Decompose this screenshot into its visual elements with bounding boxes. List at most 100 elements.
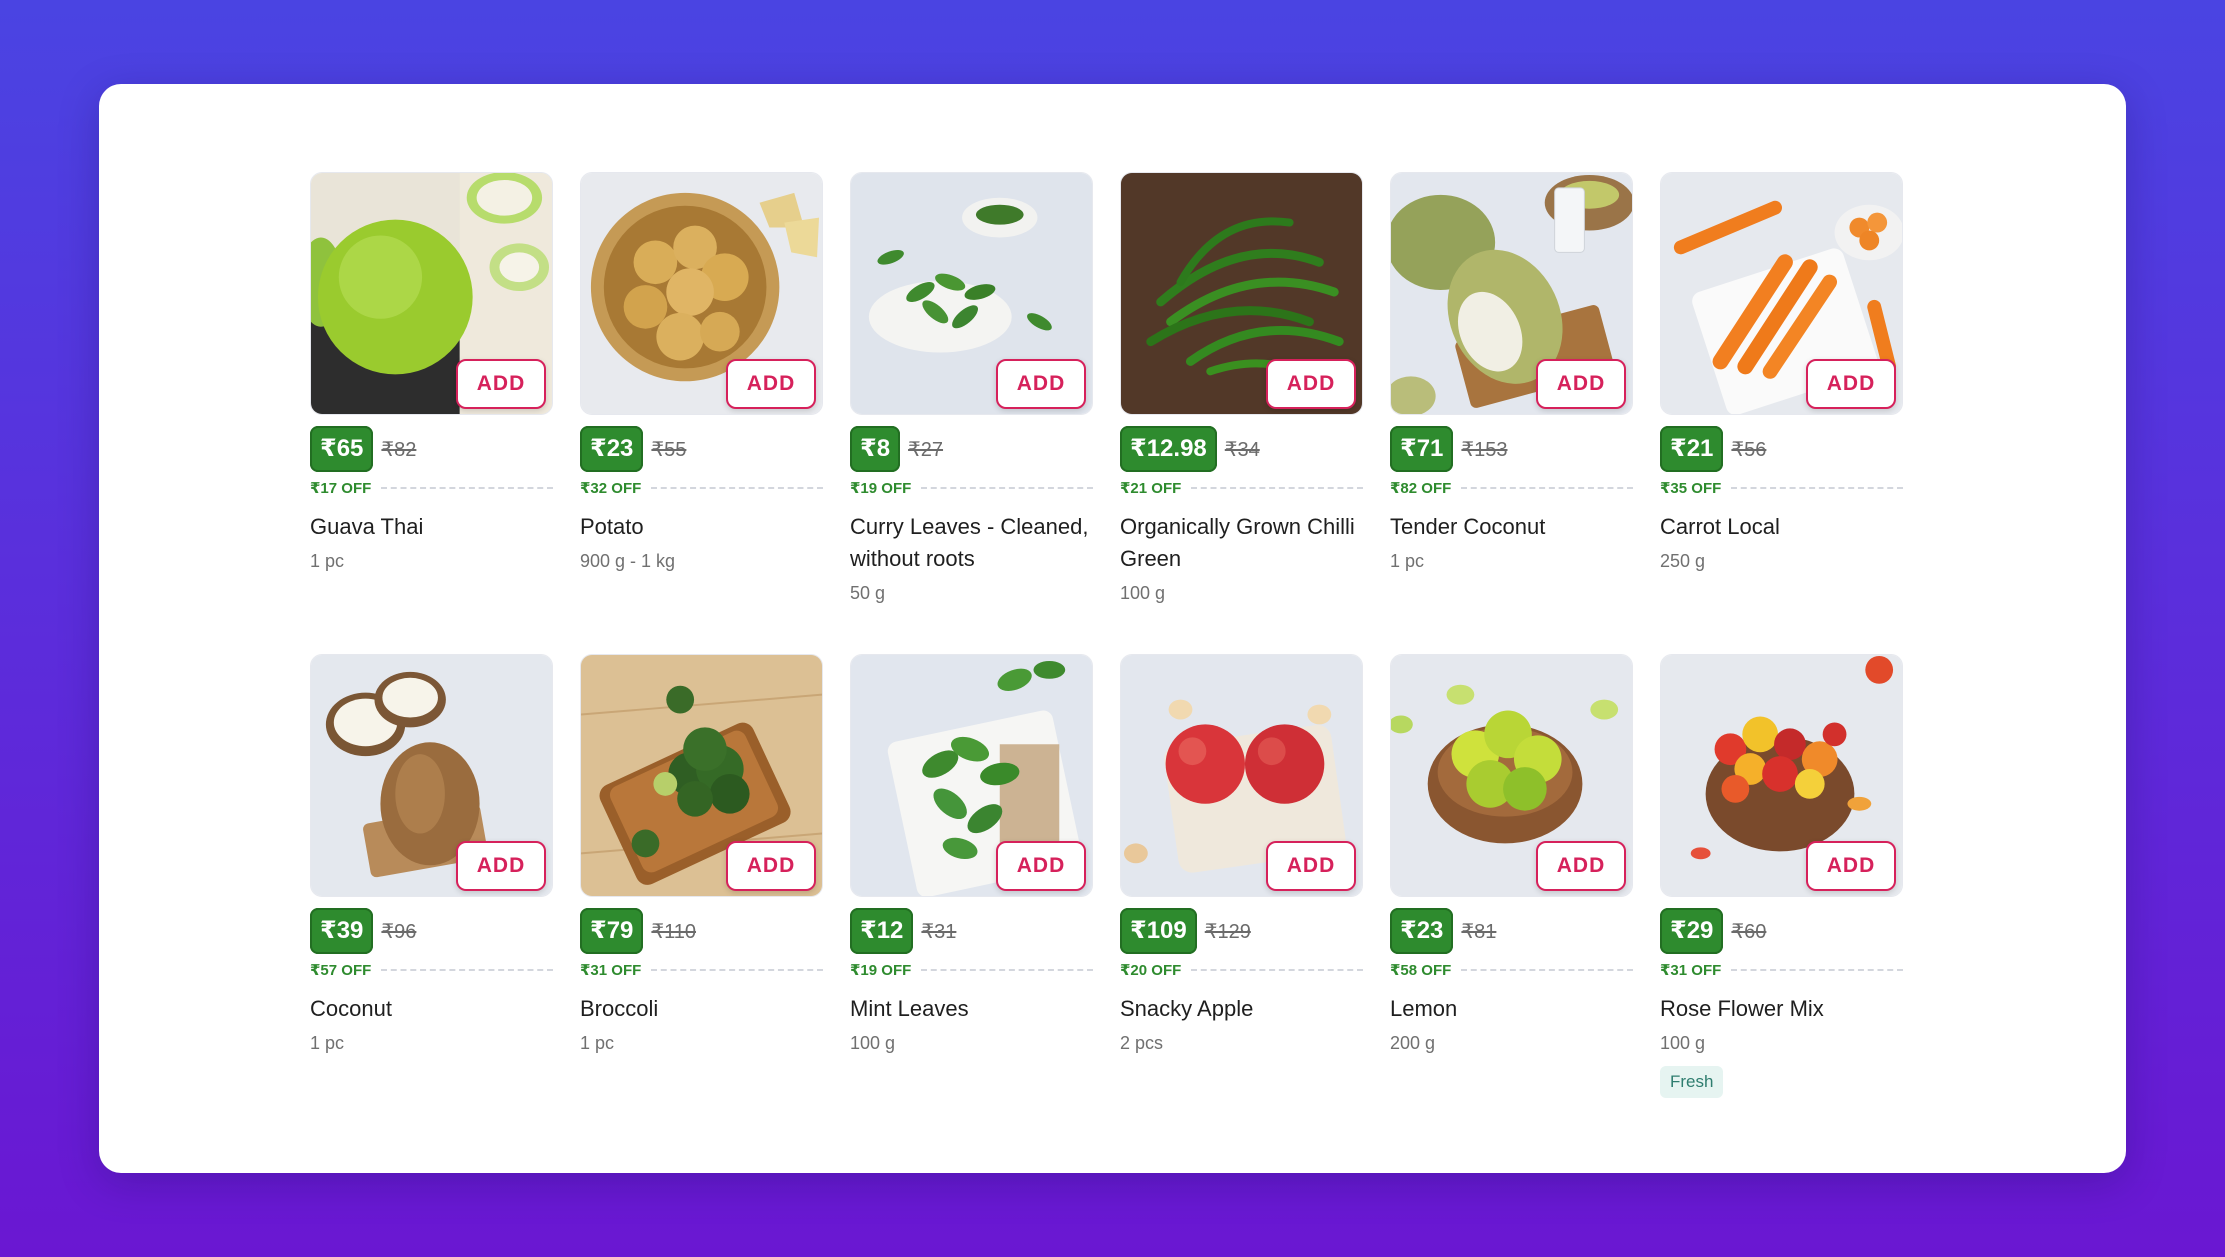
discount-label: ₹31 OFF	[1660, 962, 1722, 979]
dashed-divider	[1191, 969, 1363, 971]
carrot-image[interactable]: ADD	[1660, 172, 1903, 415]
guava-image[interactable]: ADD	[310, 172, 553, 415]
product-card[interactable]: ADD ₹29 ₹60 ₹31 OFF Rose Flower Mix 100 g…	[1660, 654, 1903, 1098]
product-quantity: 200 g	[1390, 1033, 1436, 1053]
product-card[interactable]: ADD ₹71 ₹153 ₹82 OFF Tender Coconut 1 pc	[1390, 172, 1633, 612]
add-button[interactable]: ADD	[456, 841, 546, 891]
price-badge: ₹39	[310, 908, 374, 954]
product-name[interactable]: Curry Leaves - Cleaned, without roots	[850, 511, 1093, 575]
mrp-price: ₹82	[381, 438, 417, 461]
product-quantity: 900 g - 1 kg	[580, 551, 676, 571]
product-card[interactable]: ADD ₹8 ₹27 ₹19 OFF Curry Leaves - Cleaned…	[850, 172, 1093, 612]
product-name[interactable]: Carrot Local	[1660, 511, 1903, 543]
add-button[interactable]: ADD	[996, 359, 1086, 409]
add-button[interactable]: ADD	[1806, 841, 1896, 891]
price-badge: ₹8	[850, 426, 901, 472]
dashed-divider	[651, 487, 823, 489]
coconut-image[interactable]: ADD	[310, 654, 553, 897]
product-name[interactable]: Guava Thai	[310, 511, 553, 543]
dashed-divider	[651, 969, 823, 971]
mrp-price: ₹60	[1731, 920, 1767, 943]
discount-label: ₹19 OFF	[850, 480, 912, 497]
add-button[interactable]: ADD	[726, 359, 816, 409]
product-name[interactable]: Lemon	[1390, 993, 1633, 1025]
product-name[interactable]: Organically Grown Chilli Green	[1120, 511, 1363, 575]
potato-image[interactable]: ADD	[580, 172, 823, 415]
mrp-price: ₹31	[921, 920, 957, 943]
product-quantity: 100 g	[1120, 583, 1166, 603]
mrp-price: ₹110	[651, 920, 697, 943]
product-card[interactable]: ADD ₹23 ₹55 ₹32 OFF Potato 900 g - 1 kg	[580, 172, 823, 612]
mrp-price: ₹56	[1731, 438, 1767, 461]
dashed-divider	[921, 487, 1093, 489]
add-button[interactable]: ADD	[1266, 841, 1356, 891]
dashed-divider	[1461, 969, 1633, 971]
product-quantity: 50 g	[850, 583, 886, 603]
dashed-divider	[1731, 487, 1903, 489]
product-card[interactable]: ADD ₹21 ₹56 ₹35 OFF Carrot Local 250 g	[1660, 172, 1903, 612]
add-button[interactable]: ADD	[996, 841, 1086, 891]
price-badge: ₹12	[850, 908, 914, 954]
add-button[interactable]: ADD	[726, 841, 816, 891]
product-name[interactable]: Broccoli	[580, 993, 823, 1025]
product-name[interactable]: Rose Flower Mix	[1660, 993, 1903, 1025]
mint-leaves-image[interactable]: ADD	[850, 654, 1093, 897]
product-name[interactable]: Snacky Apple	[1120, 993, 1363, 1025]
mrp-price: ₹96	[381, 920, 417, 943]
product-card[interactable]: ADD ₹79 ₹110 ₹31 OFF Broccoli 1 pc	[580, 654, 823, 1094]
product-name[interactable]: Mint Leaves	[850, 993, 1093, 1025]
add-button[interactable]: ADD	[1536, 359, 1626, 409]
price-badge: ₹65	[310, 426, 374, 472]
product-card[interactable]: ADD ₹109 ₹129 ₹20 OFF Snacky Apple 2 pcs	[1120, 654, 1363, 1094]
product-card[interactable]: ADD ₹12 ₹31 ₹19 OFF Mint Leaves 100 g	[850, 654, 1093, 1094]
broccoli-image[interactable]: ADD	[580, 654, 823, 897]
mrp-price: ₹27	[908, 438, 944, 461]
tender-coconut-image[interactable]: ADD	[1390, 172, 1633, 415]
mrp-price: ₹55	[651, 438, 687, 461]
product-quantity: 1 pc	[310, 551, 345, 571]
dashed-divider	[381, 969, 553, 971]
apple-image[interactable]: ADD	[1120, 654, 1363, 897]
product-grid: ADD ₹65 ₹82 ₹17 OFF Guava Thai 1 pc ADD …	[310, 172, 1903, 1098]
green-chilli-image[interactable]: ADD	[1120, 172, 1363, 415]
dashed-divider	[1461, 487, 1633, 489]
add-button[interactable]: ADD	[456, 359, 546, 409]
product-card[interactable]: ADD ₹65 ₹82 ₹17 OFF Guava Thai 1 pc	[310, 172, 553, 612]
discount-label: ₹82 OFF	[1390, 480, 1452, 497]
curry-leaves-image[interactable]: ADD	[850, 172, 1093, 415]
product-card[interactable]: ADD ₹12.98 ₹34 ₹21 OFF Organically Grown …	[1120, 172, 1363, 612]
price-badge: ₹23	[1390, 908, 1454, 954]
price-badge: ₹71	[1390, 426, 1454, 472]
product-name[interactable]: Potato	[580, 511, 823, 543]
product-name[interactable]: Coconut	[310, 993, 553, 1025]
product-card[interactable]: ADD ₹39 ₹96 ₹57 OFF Coconut 1 pc	[310, 654, 553, 1094]
mrp-price: ₹34	[1224, 438, 1260, 461]
product-name[interactable]: Tender Coconut	[1390, 511, 1633, 543]
price-badge: ₹12.98	[1120, 426, 1217, 472]
dashed-divider	[921, 969, 1093, 971]
product-quantity: 1 pc	[580, 1033, 615, 1053]
product-card[interactable]: ADD ₹23 ₹81 ₹58 OFF Lemon 200 g	[1390, 654, 1633, 1094]
product-panel: ADD ₹65 ₹82 ₹17 OFF Guava Thai 1 pc ADD …	[99, 84, 2126, 1173]
discount-label: ₹31 OFF	[580, 962, 642, 979]
discount-label: ₹58 OFF	[1390, 962, 1452, 979]
dashed-divider	[381, 487, 553, 489]
add-button[interactable]: ADD	[1536, 841, 1626, 891]
dashed-divider	[1731, 969, 1903, 971]
fresh-tag: Fresh	[1660, 1066, 1724, 1098]
dashed-divider	[1191, 487, 1363, 489]
mrp-price: ₹153	[1461, 438, 1508, 461]
price-badge: ₹21	[1660, 426, 1724, 472]
discount-label: ₹19 OFF	[850, 962, 912, 979]
rose-flower-image[interactable]: ADD	[1660, 654, 1903, 897]
discount-label: ₹35 OFF	[1660, 480, 1722, 497]
lemon-image[interactable]: ADD	[1390, 654, 1633, 897]
price-badge: ₹29	[1660, 908, 1724, 954]
add-button[interactable]: ADD	[1266, 359, 1356, 409]
product-quantity: 1 pc	[310, 1033, 345, 1053]
product-quantity: 100 g	[1660, 1033, 1706, 1053]
mrp-price: ₹81	[1461, 920, 1497, 943]
product-quantity: 100 g	[850, 1033, 896, 1053]
add-button[interactable]: ADD	[1806, 359, 1896, 409]
discount-label: ₹32 OFF	[580, 480, 642, 497]
